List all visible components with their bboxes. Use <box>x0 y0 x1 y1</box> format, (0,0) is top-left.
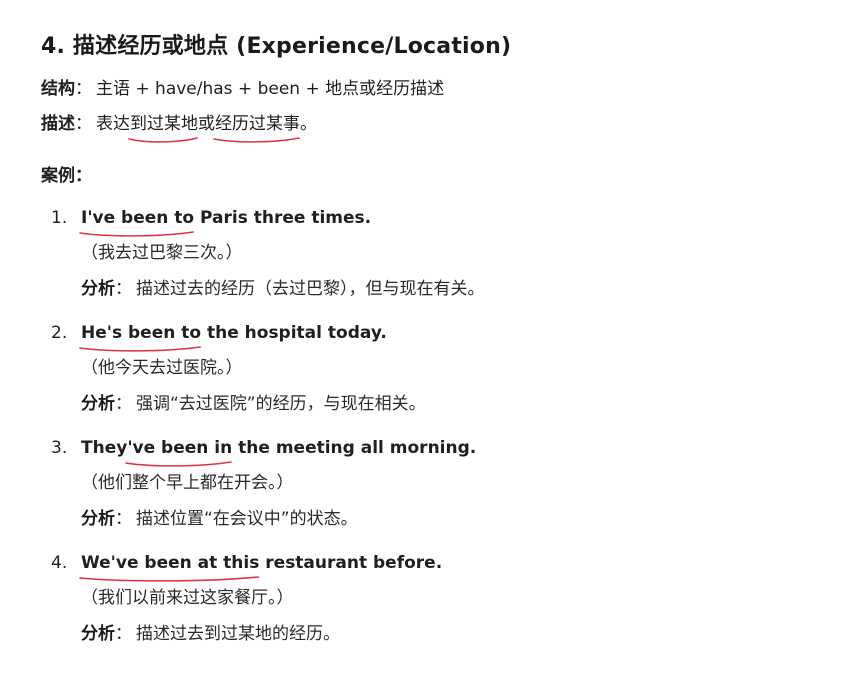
description-line: 描述： 表达到过某地 或经历过某事。 <box>41 112 317 143</box>
description-label: 描述 <box>41 114 75 134</box>
section-heading: 4. 描述经历或地点 (Experience/Location) <box>41 34 512 59</box>
description-suffix: 。 <box>300 114 317 134</box>
underlined-phrase: 've been in <box>125 436 233 467</box>
structure-line: 结构： 主语 + have/has + been + 地点或经历描述 <box>41 77 444 101</box>
example-translation: （我们以前来过这家餐厅。） <box>81 588 294 608</box>
pen-underline <box>125 461 233 467</box>
sentence-pre: They <box>81 438 128 458</box>
description-prefix: 表达 <box>96 114 130 134</box>
analysis-colon: ： <box>115 509 132 529</box>
example-number: 3. <box>51 438 68 458</box>
analysis-text: 描述过去到过某地的经历。 <box>136 624 340 644</box>
example-sentence: I've been to Paris three times. <box>79 206 372 237</box>
pen-underline <box>213 137 300 143</box>
sentence-rest: Paris three times. <box>194 208 372 228</box>
sentence-highlight: 've been in <box>127 438 233 458</box>
example-number: 1. <box>51 208 68 228</box>
underlined-phrase-1: 到过某地 <box>128 112 198 143</box>
example-number: 2. <box>51 323 68 343</box>
underlined-phrase: We've been at this <box>79 551 260 582</box>
analysis-text: 描述过去的经历（去过巴黎），但与现在有关。 <box>136 279 485 299</box>
analysis-label: 分析 <box>81 509 115 529</box>
example-sentence: We've been at this restaurant before. <box>79 551 443 582</box>
analysis-label: 分析 <box>81 279 115 299</box>
example-analysis: 分析： 强调“去过医院”的经历，与现在相关。 <box>81 392 426 416</box>
sentence-rest: the meeting all morning. <box>232 438 477 458</box>
pen-underline <box>79 231 194 237</box>
description-middle: 或 <box>198 114 215 134</box>
underlined-phrase-2: 经历过某事 <box>213 112 300 143</box>
pen-underline <box>79 346 201 352</box>
pen-underline <box>79 576 260 582</box>
example-number: 4. <box>51 553 68 573</box>
analysis-colon: ： <box>115 394 132 414</box>
underlined-phrase: I've been to <box>79 206 195 237</box>
example-analysis: 分析： 描述过去到过某地的经历。 <box>81 622 340 646</box>
analysis-label: 分析 <box>81 624 115 644</box>
description-colon: ： <box>75 114 92 134</box>
sentence-highlight: I've been to <box>81 208 195 228</box>
example-sentence: They've been in the meeting all morning. <box>81 436 477 467</box>
example-translation: （我去过巴黎三次。） <box>81 243 243 263</box>
description-part2: 经历过某事 <box>215 114 300 134</box>
sentence-highlight: He's been to <box>81 323 202 343</box>
analysis-label: 分析 <box>81 394 115 414</box>
underlined-phrase: He's been to <box>79 321 202 352</box>
description-part1: 到过某地 <box>130 114 198 134</box>
structure-colon: ： <box>75 79 92 99</box>
example-analysis: 分析： 描述过去的经历（去过巴黎），但与现在有关。 <box>81 277 485 301</box>
example-translation: （他们整个早上都在开会。） <box>81 473 294 493</box>
structure-text: 主语 + have/has + been + 地点或经历描述 <box>96 79 445 99</box>
sentence-rest: the hospital today. <box>201 323 387 343</box>
examples-label: 案例： <box>41 166 92 186</box>
structure-label: 结构 <box>41 79 75 99</box>
sentence-highlight: We've been at this <box>81 553 260 573</box>
example-analysis: 分析： 描述位置“在会议中”的状态。 <box>81 507 358 531</box>
analysis-colon: ： <box>115 624 132 644</box>
example-translation: （他今天去过医院。） <box>81 358 243 378</box>
analysis-text: 强调“去过医院”的经历，与现在相关。 <box>136 394 426 414</box>
example-sentence: He's been to the hospital today. <box>79 321 387 352</box>
analysis-colon: ： <box>115 279 132 299</box>
sentence-rest: restaurant before. <box>259 553 443 573</box>
analysis-text: 描述位置“在会议中”的状态。 <box>136 509 358 529</box>
pen-underline <box>128 137 198 143</box>
